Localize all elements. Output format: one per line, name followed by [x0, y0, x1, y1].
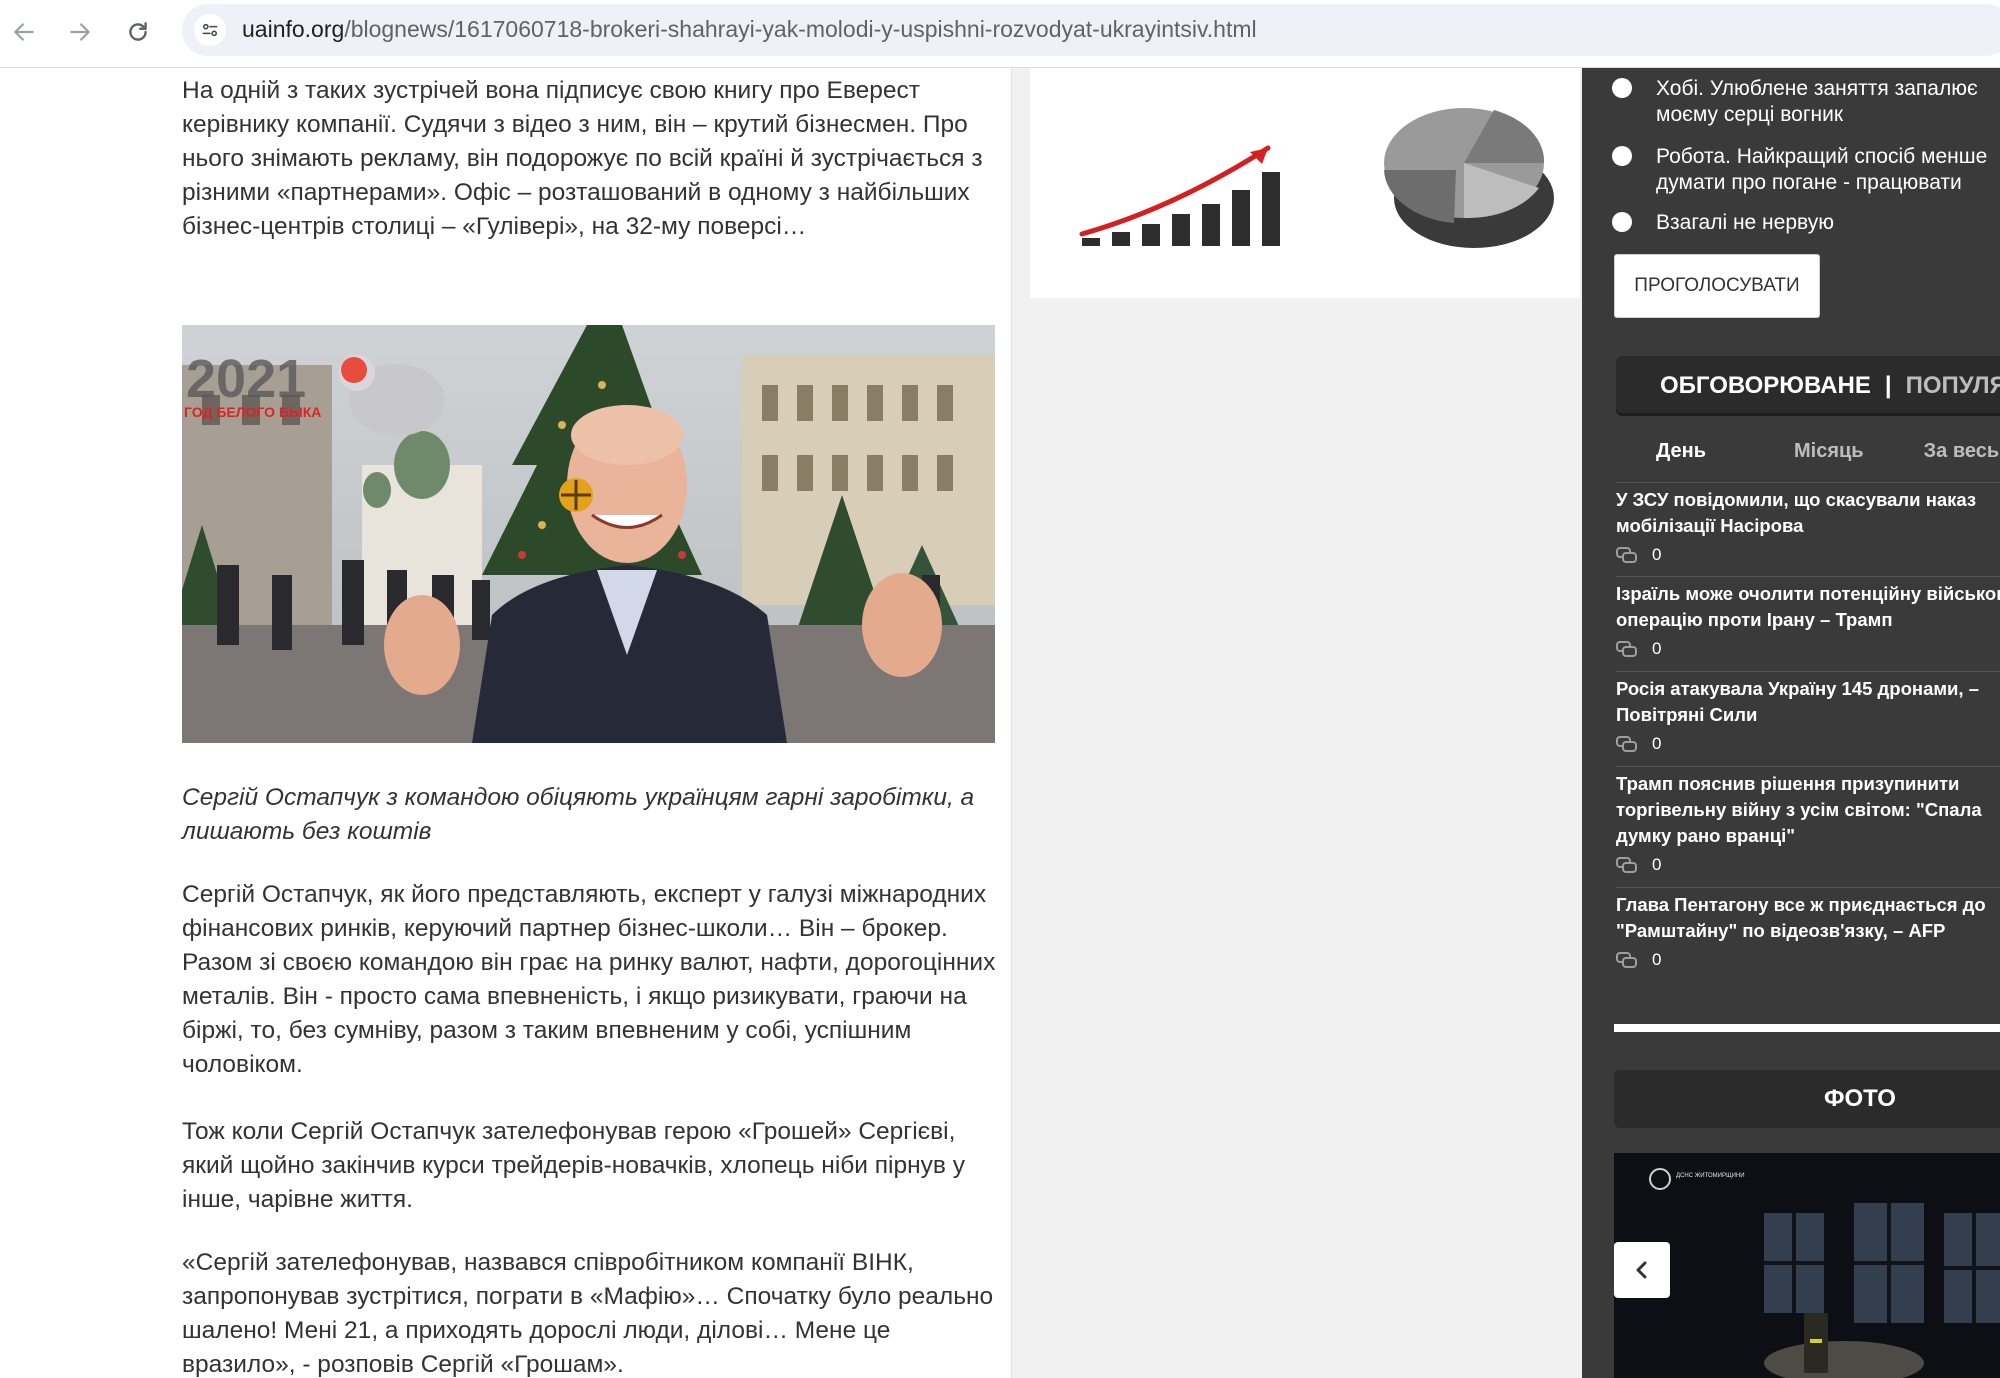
article-column: На одній з таких зустрічей вона підписує… — [0, 68, 1012, 1378]
comments-icon — [1616, 736, 1637, 752]
article-paragraph: Тож коли Сергій Остапчук зателефонував г… — [182, 1118, 965, 1213]
period-tabs: День Місяць За весь час — [1614, 428, 2000, 474]
article-paragraph: На одній з таких зустрічей вона підписує… — [182, 77, 983, 240]
news-item[interactable]: Ізраїль може очолити потенційну військов… — [1616, 576, 2000, 659]
news-tabs: ОБГОВОРЮВАНЕ | ПОПУЛЯРНЕ — [1616, 356, 2000, 416]
news-item[interactable]: Трамп пояснив рішення призупинити торгіве… — [1616, 766, 2000, 875]
news-item[interactable]: Росія атакувала Україну 145 дронами, – По… — [1616, 671, 2000, 754]
article-paragraph: «Сергій зателефонував, назвався співробі… — [182, 1249, 994, 1378]
photo-caption: Сергій Остапчук з командою обіцяють укра… — [182, 784, 975, 845]
middle-column — [1030, 68, 1580, 1378]
comment-count: 0 — [1652, 855, 1662, 874]
news-title[interactable]: Ізраїль може очолити потенційну військов… — [1616, 581, 2000, 633]
comment-count: 0 — [1652, 950, 1662, 969]
back-button[interactable] — [4, 12, 44, 52]
reload-button[interactable] — [118, 12, 158, 52]
radio-button[interactable] — [1612, 146, 1632, 166]
vote-button[interactable]: ПРОГОЛОСУВАТИ — [1614, 254, 1820, 318]
tab-discussed[interactable]: ОБГОВОРЮВАНЕ — [1660, 372, 1871, 400]
arrow-right-icon — [70, 23, 90, 41]
photo-subtitle-overlay: ГОД БЕЛОГО БЫКА — [184, 404, 321, 420]
period-month[interactable]: Місяць — [1794, 440, 1864, 463]
comments-icon — [1616, 952, 1637, 968]
poll-option[interactable]: Взагалі не нервую — [1612, 210, 1834, 236]
period-day[interactable]: День — [1656, 440, 1706, 463]
comment-count: 0 — [1652, 734, 1662, 753]
address-bar[interactable]: uainfo.org/blognews/1617060718-brokeri-s… — [182, 4, 2000, 56]
news-title[interactable]: Росія атакувала Україну 145 дронами, – По… — [1616, 676, 2000, 728]
news-title[interactable]: Трамп пояснив рішення призупинити торгіве… — [1616, 771, 2000, 849]
banner-card — [1030, 68, 1580, 298]
url-text: uainfo.org/blognews/1617060718-brokeri-s… — [242, 16, 1257, 42]
finance-banner-image[interactable] — [1054, 68, 1554, 260]
article-paragraph: Сергій Остапчук, як його представляють, … — [182, 881, 996, 1078]
browser-toolbar: uainfo.org/blognews/1617060718-brokeri-s… — [0, 0, 2000, 68]
news-item[interactable]: Глава Пентагону все ж приєднається до "Ра… — [1616, 887, 2000, 970]
comment-count: 0 — [1652, 545, 1662, 564]
radio-button[interactable] — [1612, 78, 1632, 98]
poll-option[interactable]: Робота. Найкращий спосіб менше думати про… — [1612, 144, 1987, 196]
sidebar: Хобі. Улюблене заняття запалює моєму серц… — [1582, 68, 2000, 1378]
news-title[interactable]: Глава Пентагону все ж приєднається до "Ра… — [1616, 892, 2000, 944]
gallery-prev-button[interactable] — [1614, 1242, 1670, 1298]
forward-button[interactable] — [60, 12, 100, 52]
news-title[interactable]: У ЗСУ повідомили, що скасували наказ мобі… — [1616, 487, 2000, 539]
article-photo: 2021 ГОД БЕЛОГО БЫКА — [182, 325, 995, 743]
tab-popular[interactable]: ПОПУЛЯРНЕ — [1906, 372, 2000, 400]
photo-section-header[interactable]: ФОТО — [1614, 1070, 2000, 1128]
comments-icon — [1616, 547, 1637, 563]
comments-icon — [1616, 857, 1637, 873]
comment-count: 0 — [1652, 639, 1662, 658]
photo-gallery-image[interactable]: ДСНС ЖИТОМИРЩИНИ — [1614, 1153, 2000, 1378]
reload-icon — [129, 22, 147, 41]
chevron-left-icon — [1636, 1261, 1647, 1279]
site-settings-icon[interactable] — [194, 14, 226, 46]
photo-watermark: ДСНС ЖИТОМИРЩИНИ — [1676, 1173, 1745, 1179]
section-divider — [1614, 1024, 2000, 1032]
period-all-time[interactable]: За весь час — [1924, 440, 2000, 463]
poll-option[interactable]: Хобі. Улюблене заняття запалює моєму серц… — [1612, 76, 1978, 128]
arrow-left-icon — [14, 23, 34, 41]
comments-icon — [1616, 641, 1637, 657]
news-item[interactable]: У ЗСУ повідомили, що скасували наказ мобі… — [1616, 482, 2000, 565]
photo-year-overlay: 2021 — [186, 349, 306, 409]
radio-button[interactable] — [1612, 212, 1632, 232]
